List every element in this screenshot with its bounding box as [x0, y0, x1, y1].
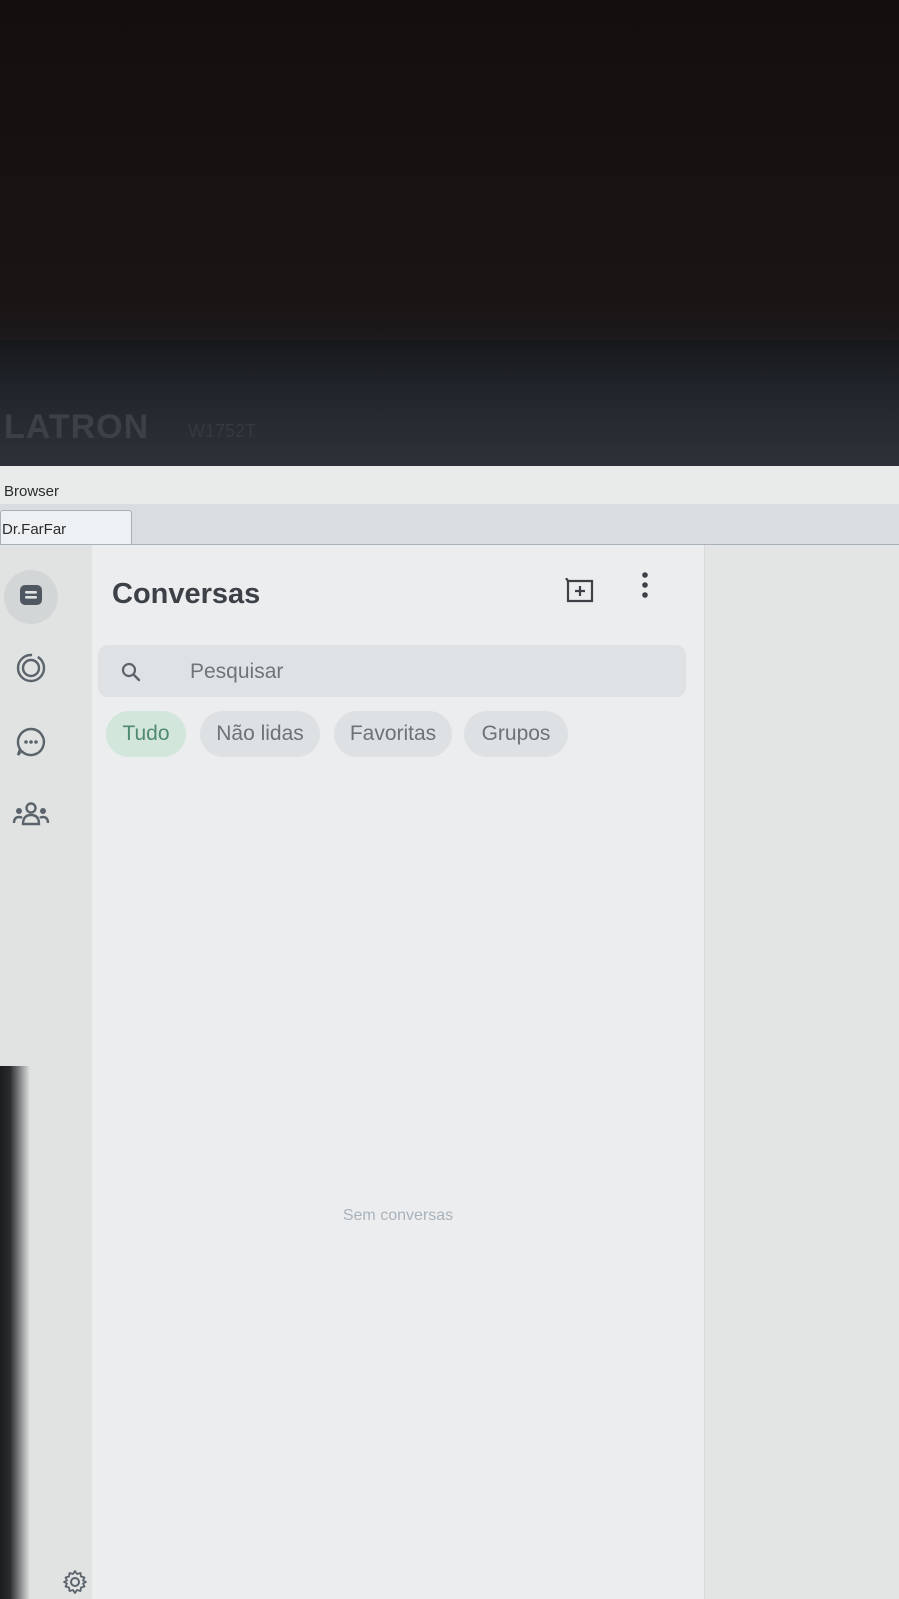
tab-active[interactable]: Dr.FarFar	[0, 510, 132, 544]
window-titlebar: Browser	[0, 466, 899, 504]
rail-item-communities[interactable]	[4, 790, 58, 844]
tab-label: Dr.FarFar	[2, 521, 67, 538]
conversation-pane	[704, 545, 899, 1599]
window-title: Browser	[4, 483, 60, 500]
chat-list-panel: Conversas Pesquisar Tudo Não lidas Favor…	[92, 545, 704, 1599]
monitor-bezel: LATRON W1752T	[0, 340, 899, 475]
kebab-menu-icon	[640, 570, 650, 605]
rail-item-chats[interactable]	[4, 570, 58, 624]
filter-chip-favorites[interactable]: Favoritas	[334, 711, 452, 757]
rail-item-status[interactable]	[4, 643, 58, 697]
chats-icon	[17, 581, 45, 614]
settings-button[interactable]	[58, 1567, 92, 1599]
new-chat-icon	[565, 576, 595, 609]
gear-icon	[62, 1569, 88, 1599]
filter-chip-groups[interactable]: Grupos	[464, 711, 568, 757]
rail-item-channels[interactable]	[4, 717, 58, 771]
search-input[interactable]	[188, 655, 672, 689]
monitor-brand: LATRON	[4, 408, 150, 446]
communities-icon	[12, 800, 50, 835]
monitor-model: W1752T	[188, 421, 257, 441]
status-icon	[14, 651, 48, 690]
filter-chip-unread[interactable]: Não lidas	[200, 711, 320, 757]
messaging-app: Conversas Pesquisar Tudo Não lidas Favor…	[0, 545, 899, 1599]
search-bar	[98, 645, 686, 697]
page-title: Conversas	[112, 578, 261, 610]
empty-state-message: Sem conversas	[342, 1207, 454, 1224]
search-icon	[118, 659, 144, 685]
monitor-screen: Browser Dr.FarFar Conversas Pesquisar Tu…	[0, 466, 899, 1599]
photo-stage: LATRON W1752T Browser Dr.FarFar Conversa…	[0, 0, 899, 1599]
new-chat-button[interactable]	[560, 573, 600, 613]
screen-edge-shadow	[0, 1066, 30, 1599]
menu-button[interactable]	[625, 567, 665, 607]
tab-strip: Dr.FarFar	[0, 504, 899, 545]
filter-chip-all[interactable]: Tudo	[106, 711, 186, 757]
channels-icon	[14, 725, 48, 764]
